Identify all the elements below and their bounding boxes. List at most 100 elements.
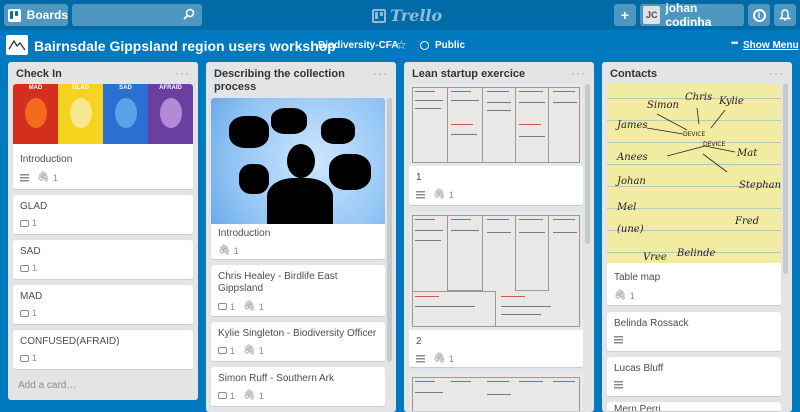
card-badges: 1 🖇 1: [218, 345, 264, 356]
canvas-grid: [447, 87, 483, 163]
card-title: Mern Perri: [614, 404, 661, 412]
card-badges: [614, 381, 623, 389]
list-scrollbar[interactable]: [585, 84, 590, 244]
show-menu-link[interactable]: Show Menu: [743, 40, 799, 51]
trello-logo[interactable]: Trello: [372, 6, 442, 25]
attachment-badge: 🖇 1: [37, 172, 58, 183]
card[interactable]: MAD 1: [13, 285, 193, 325]
add-button[interactable]: +: [614, 4, 636, 26]
attachment-count: 1: [258, 301, 264, 312]
comment-badge: 1: [218, 302, 235, 312]
card[interactable]: Introduction 🖇 1: [211, 98, 385, 260]
attachment-icon: 🖇: [243, 301, 256, 312]
attachment-count: 1: [448, 353, 454, 364]
card[interactable]: 2 🖇 1: [409, 212, 583, 368]
svg-text:Mat: Mat: [736, 148, 758, 159]
heading-mark: [487, 381, 509, 382]
list-title[interactable]: Check In: [16, 68, 62, 81]
card[interactable]: Chris Healey - Birdlife East Gippsland 1…: [211, 265, 385, 317]
list-scrollbar[interactable]: [387, 98, 392, 362]
notifications-button[interactable]: [774, 4, 796, 26]
card[interactable]: Simon Chris Kylie James Anees Mat Johan …: [607, 84, 781, 306]
trello-logo-icon: [372, 8, 386, 23]
list-contacts: Contacts ··· Simon Chris Kylie James Ane…: [602, 62, 792, 412]
star-icon[interactable]: ☆: [396, 38, 407, 52]
speech-bubble: [271, 108, 307, 134]
sadness-face: [114, 98, 137, 128]
comment-badge: 1: [20, 308, 37, 318]
info-button[interactable]: i: [748, 4, 770, 26]
card-badges: 1: [20, 353, 37, 363]
svg-text:Anees: Anees: [616, 152, 648, 163]
canvas-grid: [412, 87, 580, 163]
heading-mark: [451, 381, 471, 382]
svg-text:Fred: Fred: [734, 216, 759, 227]
handwritten-line: [415, 100, 443, 101]
card-title: CONFUSED(AFRAID): [20, 336, 120, 347]
list-title[interactable]: Lean startup exercice: [412, 68, 525, 81]
user-menu-button[interactable]: JC johan codinha: [640, 1, 744, 29]
attachment-badge: 🖇 1: [243, 301, 264, 312]
card-title: Lucas Bluff: [614, 363, 664, 374]
attachment-badge: 🖇 1: [433, 189, 454, 200]
comment-icon: [218, 303, 227, 310]
card[interactable]: Lucas Bluff: [607, 357, 781, 397]
card-title: 1: [416, 172, 422, 183]
speech-bubble: [329, 154, 371, 190]
card[interactable]: Kylie Singleton - Biodiversity Officer 1…: [211, 322, 385, 362]
card[interactable]: CONFUSED(AFRAID) 1: [13, 330, 193, 370]
list-title[interactable]: Contacts: [610, 68, 657, 81]
svg-text:Belinde: Belinde: [676, 248, 716, 259]
card[interactable]: 1 🖇 1: [409, 84, 583, 206]
card[interactable]: [409, 374, 583, 412]
team-name[interactable]: Biodiversity-CFA: [318, 40, 399, 51]
card[interactable]: Simon Ruff - Southern Ark 1 🖇 1: [211, 367, 385, 407]
attachment-count: 1: [233, 245, 239, 256]
card[interactable]: Mern Perri: [607, 402, 781, 412]
attachment-badge: 🖇 1: [433, 353, 454, 364]
card-title: Chris Healey - Birdlife East Gippsland: [218, 271, 338, 294]
heading-mark: [487, 219, 509, 220]
card-title: Belinda Rossack: [614, 318, 689, 329]
description-icon: [614, 336, 623, 344]
card-title: GLAD: [20, 201, 48, 212]
handwritten-line: [451, 134, 477, 135]
handwritten-line: [487, 232, 511, 233]
search-icon[interactable]: [183, 8, 195, 20]
attachment-count: 1: [448, 189, 454, 200]
comment-icon: [20, 354, 29, 362]
board-title[interactable]: Bairnsdale Gippsland region users worksh…: [34, 38, 336, 54]
add-card-link[interactable]: Add a card…: [18, 380, 76, 391]
list-scrollbar[interactable]: [783, 84, 788, 274]
list-menu-icon[interactable]: ···: [175, 66, 190, 80]
boards-button[interactable]: Boards: [4, 4, 68, 26]
list-menu-icon[interactable]: ···: [571, 66, 586, 80]
trello-logo-text: Trello: [390, 6, 443, 25]
card[interactable]: GLAD 1: [13, 195, 193, 235]
heading-mark: [451, 219, 471, 220]
speech-bubble: [321, 118, 355, 144]
list-title[interactable]: Describing the collection process: [214, 68, 364, 94]
attachment-badge: 🖇 1: [218, 245, 239, 256]
list-menu-icon[interactable]: ···: [373, 66, 388, 80]
list-menu-icon[interactable]: ···: [769, 66, 784, 80]
heading-mark: [553, 219, 575, 220]
heading-mark: [501, 296, 525, 297]
heading-mark: [553, 91, 575, 92]
visibility-button[interactable]: Public: [420, 40, 465, 51]
card[interactable]: MAD GLAD SAD AFRAID Introduction 🖇 1: [13, 84, 193, 190]
comment-badge: 1: [20, 353, 37, 363]
handwritten-line: [519, 232, 545, 233]
card[interactable]: Belinda Rossack: [607, 312, 781, 352]
list-collection-process: Describing the collection process ··· In…: [206, 62, 396, 412]
attachment-count: 1: [258, 345, 264, 356]
svg-text:Stephan: Stephan: [739, 180, 781, 191]
heading-mark: [519, 219, 543, 220]
card[interactable]: SAD 1: [13, 240, 193, 280]
comment-icon: [218, 347, 227, 354]
handwritten-line: [553, 232, 577, 233]
shoulder-silhouette: [267, 178, 333, 224]
comment-count: 1: [32, 263, 38, 273]
heading-mark: [519, 91, 543, 92]
canvas-grid: [447, 215, 483, 291]
